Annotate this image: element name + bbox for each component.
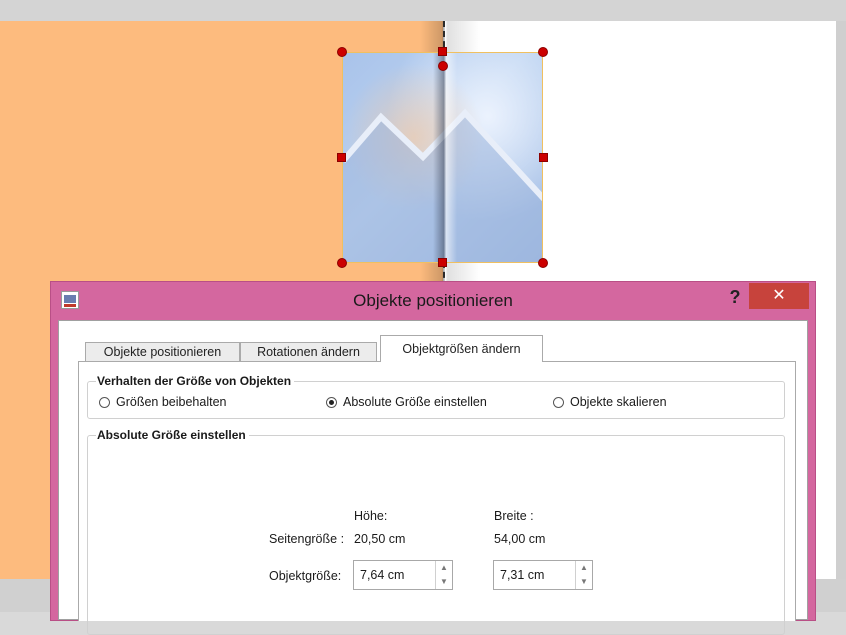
resize-handle-bottom[interactable]: [438, 258, 447, 267]
object-spine-fold: [433, 53, 457, 262]
radio-keep-sizes-indicator[interactable]: [99, 397, 110, 408]
dialog-title: Objekte positionieren: [353, 291, 513, 310]
tab-objekte-positionieren[interactable]: Objekte positionieren: [85, 342, 240, 362]
chevron-down-icon[interactable]: ▼: [436, 575, 452, 589]
resize-handle-top[interactable]: [438, 47, 447, 56]
object-size-label: Objektgröße:: [269, 569, 342, 583]
object-width-value[interactable]: 7,31 cm: [500, 568, 544, 582]
resize-handle-right[interactable]: [539, 153, 548, 162]
rotate-handle[interactable]: [438, 61, 448, 71]
absolute-size-group: Absolute Größe einstellen Höhe: Breite :…: [87, 428, 785, 635]
radio-keep-sizes[interactable]: Größen beibehalten: [99, 394, 227, 410]
tab-rotationen-aendern[interactable]: Rotationen ändern: [240, 342, 377, 362]
tab-objektgroessen-aendern[interactable]: Objektgrößen ändern: [380, 335, 543, 362]
width-header: Breite :: [494, 509, 534, 523]
chevron-up-icon[interactable]: ▲: [576, 561, 592, 575]
object-height-arrows: ▲ ▼: [435, 561, 452, 589]
object-width-arrows: ▲ ▼: [575, 561, 592, 589]
resize-handle-top-left[interactable]: [337, 47, 347, 57]
tab-pane-objektgroessen: Verhalten der Größe von Objekten Größen …: [78, 361, 796, 635]
radio-keep-sizes-label: Größen beibehalten: [116, 395, 227, 409]
resize-handle-bottom-right[interactable]: [538, 258, 548, 268]
absolute-size-group-title: Absolute Größe einstellen: [96, 428, 249, 442]
chevron-up-icon[interactable]: ▲: [436, 561, 452, 575]
close-button[interactable]: ✕: [749, 283, 809, 309]
resize-handle-bottom-left[interactable]: [337, 258, 347, 268]
chevron-down-icon[interactable]: ▼: [576, 575, 592, 589]
radio-absolute-size-indicator[interactable]: [326, 397, 337, 408]
height-header: Höhe:: [354, 509, 388, 523]
position-objects-dialog: Objekte positionieren ? ✕ Objekte positi…: [50, 281, 816, 635]
page-size-label: Seitengröße :: [269, 532, 345, 546]
image-placeholder-object[interactable]: [342, 52, 543, 263]
resize-handle-left[interactable]: [337, 153, 346, 162]
resize-handle-top-right[interactable]: [538, 47, 548, 57]
radio-absolute-size[interactable]: Absolute Größe einstellen: [326, 394, 487, 410]
radio-absolute-size-label: Absolute Größe einstellen: [343, 395, 487, 409]
top-toolbar-strip: [0, 0, 846, 21]
right-gutter: [836, 21, 846, 579]
radio-scale-objects-label: Objekte skalieren: [570, 395, 667, 409]
object-height-stepper[interactable]: 7,64 cm ▲ ▼: [353, 560, 453, 590]
dialog-client-area: Objekte positionieren Rotationen ändern …: [58, 320, 808, 635]
size-behavior-group: Verhalten der Größe von Objekten Größen …: [87, 374, 785, 419]
page-width-value: 54,00 cm: [494, 532, 546, 546]
size-behavior-group-title: Verhalten der Größe von Objekten: [96, 374, 295, 388]
dialog-titlebar[interactable]: Objekte positionieren ? ✕: [51, 282, 815, 320]
object-height-value[interactable]: 7,64 cm: [360, 568, 404, 582]
radio-scale-objects[interactable]: Objekte skalieren: [553, 394, 667, 410]
page-height-value: 20,50 cm: [354, 532, 406, 546]
help-button[interactable]: ?: [725, 284, 745, 310]
radio-scale-objects-indicator[interactable]: [553, 397, 564, 408]
object-width-stepper[interactable]: 7,31 cm ▲ ▼: [493, 560, 593, 590]
